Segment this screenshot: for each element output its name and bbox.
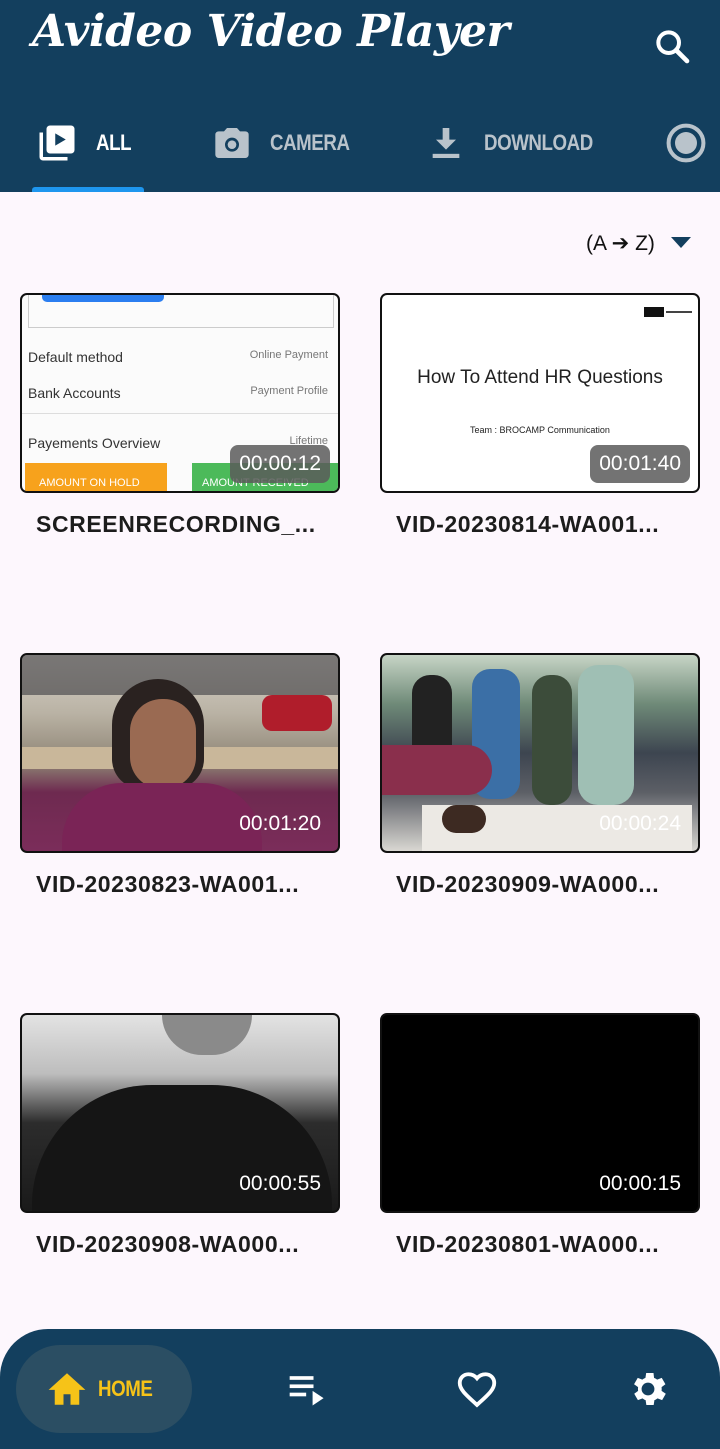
nav-home-button[interactable]: HOME [16,1345,192,1433]
thumbnail-text: Online Payment [249,349,328,361]
thumbnail-text: Default method [28,349,123,365]
app-title: Avideo Video Player [32,6,510,57]
video-thumbnail: 00:00:55 [20,1013,340,1213]
video-name: VID-20230814-WA001... [396,511,660,537]
video-name: VID-20230801-WA000... [396,1231,660,1257]
app-root: Avideo Video Player ALL CAMERA DOWNLOAD … [0,0,720,1449]
video-card[interactable]: 00:00:15 VID-20230801-WA000... [380,1013,700,1258]
video-card[interactable]: How To Attend HR Questions Team : BROCAM… [380,293,700,538]
video-thumbnail: 00:01:20 [20,653,340,853]
download-icon [432,128,460,158]
playlist-icon [289,1376,324,1406]
tab-camera-label: CAMERA [270,130,350,155]
tab-download[interactable]: DOWNLOAD [426,104,612,182]
video-duration: 00:01:40 [590,445,690,483]
nav-favorites-button[interactable] [433,1345,521,1433]
video-thumbnail: 00:00:15 [380,1013,700,1213]
thumbnail-text: Team : BROCAMP Communication [470,425,610,435]
camera-icon [215,128,249,158]
thumbnail-text: Bank Accounts [28,385,121,401]
video-duration: 00:00:12 [230,445,330,483]
thumbnail-photo-region [578,665,634,805]
record-icon [666,123,706,163]
video-name: VID-20230909-WA000... [396,871,660,897]
thumbnail-pill [42,295,164,302]
video-thumbnail: 00:00:24 [380,653,700,853]
search-icon [656,30,690,64]
tab-download-label: DOWNLOAD [484,130,593,155]
thumbnail-row: Default method Online Payment [28,349,334,365]
video-thumbnail: Default method Online Payment Bank Accou… [20,293,340,493]
sort-label: (A ➔ Z) [586,231,655,255]
home-icon [48,1373,86,1405]
search-button[interactable] [648,22,696,70]
video-library-icon [39,125,75,161]
thumbnail-text: How To Attend HR Questions [417,367,663,388]
brand-logo [644,307,692,319]
thumbnail-divider [22,413,338,414]
thumbnail-photo-region [162,1015,252,1055]
video-thumbnail: How To Attend HR Questions Team : BROCAM… [380,293,700,493]
sort-dropdown[interactable]: (A ➔ Z) [586,228,691,258]
thumbnail-text: Payements Overview [28,435,161,451]
app-header: Avideo Video Player ALL CAMERA DOWNLOAD [0,0,720,192]
thumbnail-text: AMOUNT ON HOLD [39,477,140,489]
bottom-navigation: HOME [0,1329,720,1449]
thumbnail-row: Bank Accounts Payment Profile [28,385,334,401]
video-duration: 00:00:24 [599,812,681,835]
video-name: SCREENRECORDING_... [36,511,316,537]
video-card[interactable]: 00:00:55 VID-20230908-WA000... [20,1013,340,1258]
nav-playlist-button[interactable] [264,1345,352,1433]
tab-bar: ALL CAMERA DOWNLOAD [0,104,720,192]
video-name: VID-20230908-WA000... [36,1231,300,1257]
video-card[interactable]: 00:00:24 VID-20230909-WA000... [380,653,700,898]
thumbnail-photo-region [532,675,572,805]
thumbnail-text: Payment Profile [250,385,328,397]
chevron-down-icon [670,237,691,248]
video-card[interactable]: Default method Online Payment Bank Accou… [20,293,340,538]
thumbnail-photo-region [262,695,332,731]
video-duration: 00:00:15 [599,1172,681,1195]
thumbnail-orange-button: AMOUNT ON HOLD [25,463,167,491]
tab-record[interactable] [664,104,708,182]
active-tab-indicator [32,187,144,192]
tab-camera[interactable]: CAMERA [212,104,364,182]
video-name: VID-20230823-WA001... [36,871,300,897]
favorite-icon [457,1372,497,1408]
video-duration: 00:00:55 [239,1172,321,1195]
thumbnail-photo-region [130,699,196,789]
nav-home-label: HOME [98,1376,153,1401]
nav-settings-button[interactable] [604,1345,692,1433]
tab-all-label: ALL [96,130,132,155]
video-duration: 00:01:20 [239,812,321,835]
video-card[interactable]: 00:01:20 VID-20230823-WA001... [20,653,340,898]
settings-icon [634,1373,666,1405]
thumbnail-photo-region [442,805,486,833]
thumbnail-photo-region [382,745,492,795]
tab-all[interactable]: ALL [36,104,137,182]
